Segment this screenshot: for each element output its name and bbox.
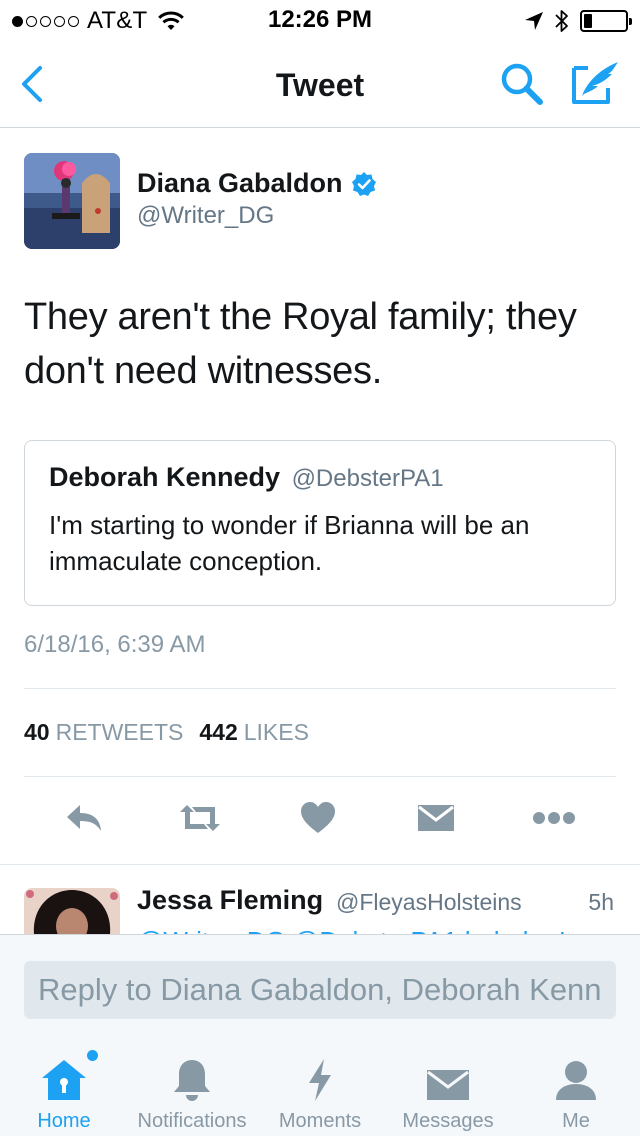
tab-home[interactable]: Home [20,1042,108,1136]
tab-label: Moments [278,1110,362,1132]
retweet-button[interactable] [176,796,224,840]
quoted-author-handle: @DebsterPA1 [291,465,444,492]
nav-bar: Tweet [0,40,640,128]
direct-message-button[interactable] [412,796,460,840]
direct-message-icon [418,805,454,831]
location-arrow-icon [525,12,543,30]
reply-time: 5h [588,889,614,915]
reply-composer [0,934,640,1042]
battery-level [584,14,592,28]
moments-tab-icon [306,1050,334,1102]
tab-label: Messages [402,1110,494,1132]
likes-stat[interactable]: 442 LIKES [199,719,309,746]
notifications-tab-icon [172,1050,212,1102]
messages-tab-icon [426,1050,470,1102]
reply-author-name[interactable]: Jessa Fleming [137,885,323,916]
reply-text[interactable]: @Writer_DG @DebsterPA1 hahaha I [137,924,617,934]
likes-count: 442 [199,719,238,745]
author-avatar[interactable] [24,153,120,249]
like-button[interactable] [294,796,342,840]
reply-button[interactable] [60,796,108,840]
divider [0,864,640,865]
battery-icon [580,10,632,32]
person-icon [556,1061,596,1100]
more-icon [533,812,575,824]
reply-author-handle: @FleyasHolsteins [336,889,522,915]
home-icon [42,1060,86,1100]
retweets-stat[interactable]: 40 RETWEETS [24,719,183,746]
like-icon [301,802,335,833]
more-button[interactable] [530,796,578,840]
author-name[interactable]: Diana Gabaldon [137,168,377,199]
divider [24,776,616,777]
notification-dot [87,1050,98,1061]
tab-label: Me [562,1110,590,1132]
tab-moments[interactable]: Moments [272,1042,368,1136]
lightning-icon [309,1059,331,1101]
retweets-label: RETWEETS [55,719,184,745]
divider [24,688,616,689]
likes-label: LIKES [243,719,309,745]
tweet-actions [0,796,640,844]
tweet-text: They aren't the Royal family; they don't… [24,296,577,392]
retweet-icon [180,805,220,831]
reply-text-preview: @Writer_DG @DebsterPA1 hahaha I [137,918,617,934]
search-icon[interactable] [498,60,546,108]
me-tab-icon [554,1050,598,1102]
quoted-tweet-text: I'm starting to wonder if Brianna will b… [49,510,530,576]
envelope-icon [427,1070,469,1100]
author-name-text: Diana Gabaldon [137,168,343,198]
compose-tweet-icon[interactable] [568,58,622,108]
bluetooth-icon [555,10,568,32]
bell-icon [174,1060,210,1101]
reply-icon [67,805,101,831]
avatar-image [24,153,120,249]
home-tab-icon [40,1050,98,1102]
tab-notifications[interactable]: Notifications [128,1042,256,1136]
reply-avatar-image [24,888,120,934]
reply-input[interactable] [24,961,616,1019]
tab-messages[interactable]: Messages [392,1042,504,1136]
verified-badge-icon [351,171,376,196]
quoted-tweet[interactable]: Deborah Kennedy @DebsterPA1 I'm starting… [24,440,616,606]
status-bar: AT&T 12:26 PM [0,0,640,40]
retweets-count: 40 [24,719,50,745]
tweet-timestamp: 6/18/16, 6:39 AM [24,631,206,658]
tab-me[interactable]: Me [530,1042,622,1136]
tab-label: Notifications [137,1110,247,1132]
quoted-author-name: Deborah Kennedy [49,462,281,492]
tab-bar: Home Notifications Moments Messages Me [0,1042,640,1136]
tweet-stats: 40 RETWEETS 442 LIKES [24,719,309,746]
status-right [524,8,632,34]
quoted-tweet-header: Deborah Kennedy @DebsterPA1 [49,462,444,493]
reply-avatar[interactable] [24,888,120,934]
tab-label: Home [37,1110,91,1132]
author-handle[interactable]: @Writer_DG [137,202,274,230]
